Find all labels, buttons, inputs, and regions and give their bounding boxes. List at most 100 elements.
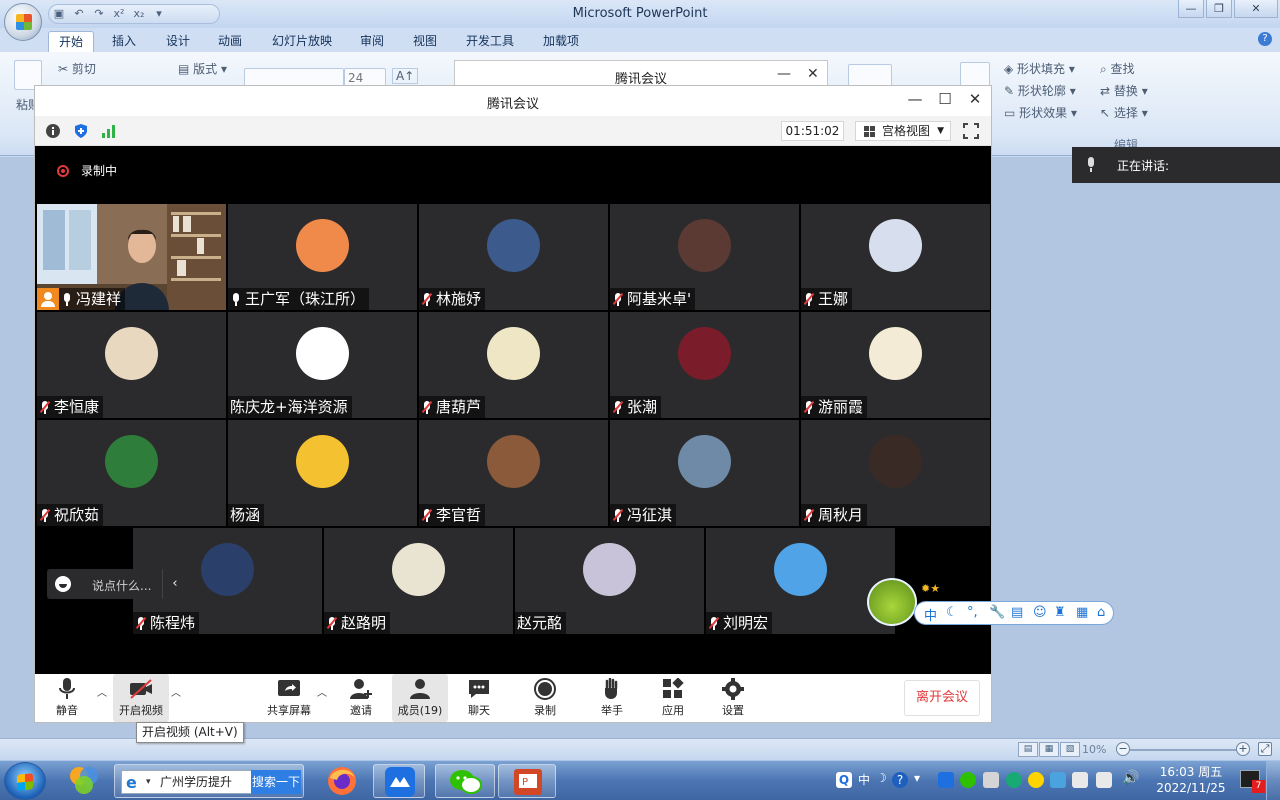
tab-slideshow[interactable]: 幻灯片放映 bbox=[262, 31, 342, 52]
chat-input-box[interactable]: 说点什么... ‹ bbox=[47, 569, 187, 599]
volume-tray-icon[interactable]: 🔊 bbox=[1122, 770, 1139, 786]
zoom-out-button[interactable]: − bbox=[1116, 742, 1130, 756]
maximize-button[interactable]: ❐ bbox=[1206, 0, 1232, 18]
taskbar-app-powerpoint[interactable]: P bbox=[498, 764, 556, 798]
tab-design[interactable]: 设计 bbox=[156, 31, 200, 52]
participant-tile[interactable]: 林施妤 bbox=[419, 204, 608, 310]
emoji-icon[interactable] bbox=[55, 576, 71, 592]
participant-tile[interactable]: 赵路明 bbox=[324, 528, 513, 634]
punctuation-icon[interactable]: °, bbox=[967, 605, 978, 620]
select-button[interactable]: ↖ 选择 ▾ bbox=[1100, 104, 1148, 121]
participant-tile[interactable]: 冯建祥 bbox=[37, 204, 226, 310]
participant-tile[interactable]: 唐葫芦 bbox=[419, 312, 608, 418]
ime-skin-ball[interactable] bbox=[867, 578, 917, 626]
cut-button[interactable]: ✂ 剪切 bbox=[58, 60, 96, 77]
start-video-button[interactable]: 开启视频 bbox=[113, 674, 169, 722]
help-tray-icon[interactable]: ? bbox=[892, 772, 908, 788]
participant-tile[interactable]: 冯征淇 bbox=[610, 420, 799, 526]
meeting-close-button[interactable]: ✕ bbox=[965, 90, 985, 108]
back-minimize-button[interactable]: — bbox=[777, 66, 791, 82]
signal-icon[interactable] bbox=[101, 123, 117, 139]
search-tray-icon[interactable]: Q bbox=[836, 772, 852, 788]
ie-search-button[interactable]: 搜索一下 bbox=[251, 770, 301, 794]
zoom-slider[interactable] bbox=[1130, 749, 1236, 751]
meeting-minimize-button[interactable]: — bbox=[905, 90, 925, 108]
video-options-icon[interactable]: ︿ bbox=[171, 684, 181, 699]
shape-fill-button[interactable]: ◈ 形状填充 ▾ bbox=[1004, 60, 1075, 77]
reading-view-icon[interactable]: ▧ bbox=[1060, 742, 1080, 757]
layout-button[interactable]: ▤ 版式 ▾ bbox=[178, 60, 227, 77]
fit-window-button[interactable]: ⤢ bbox=[1258, 742, 1272, 756]
emoji-icon[interactable]: ☺ bbox=[1033, 605, 1047, 620]
play-tray-icon[interactable] bbox=[1006, 772, 1022, 788]
mute-button[interactable]: 静音 bbox=[39, 674, 95, 722]
printer-tray-icon[interactable] bbox=[983, 772, 999, 788]
lock-icon[interactable]: ⌂ bbox=[1097, 605, 1105, 620]
members-button[interactable]: 成员(19) bbox=[392, 674, 448, 722]
office-button[interactable] bbox=[4, 3, 42, 41]
security-shield-icon[interactable] bbox=[73, 123, 89, 139]
participant-tile[interactable]: 王广军（珠江所） bbox=[228, 204, 417, 310]
sorter-view-icon[interactable]: ▦ bbox=[1039, 742, 1059, 757]
share-options-icon[interactable]: ︿ bbox=[317, 684, 327, 699]
participant-tile[interactable]: 张潮 bbox=[610, 312, 799, 418]
invite-button[interactable]: 邀请 bbox=[333, 674, 389, 722]
tab-addins[interactable]: 加载项 bbox=[533, 31, 589, 52]
wrench-icon[interactable]: 🔧 bbox=[989, 605, 1005, 620]
participant-tile[interactable]: 祝欣茹 bbox=[37, 420, 226, 526]
participant-tile[interactable]: 李恒康 bbox=[37, 312, 226, 418]
clipboard-icon[interactable]: ▤ bbox=[1011, 605, 1023, 620]
shield-tray-icon[interactable] bbox=[1050, 772, 1066, 788]
apps-button[interactable]: 应用 bbox=[645, 674, 701, 722]
raise-hand-button[interactable]: 举手 bbox=[584, 674, 640, 722]
leave-meeting-button[interactable]: 离开会议 bbox=[904, 680, 980, 716]
tab-view[interactable]: 视图 bbox=[403, 31, 447, 52]
tab-developer[interactable]: 开发工具 bbox=[456, 31, 524, 52]
usb-tray-icon[interactable] bbox=[1072, 772, 1088, 788]
clock[interactable]: 16:03 周五 2022/11/25 bbox=[1148, 764, 1234, 796]
shape-effect-button[interactable]: ▭ 形状效果 ▾ bbox=[1004, 104, 1077, 121]
find-button[interactable]: ⌕ 查找 bbox=[1100, 60, 1135, 77]
skin-icon[interactable]: ♜ bbox=[1054, 605, 1066, 620]
collapse-chat-icon[interactable]: ‹ bbox=[162, 569, 187, 599]
participant-tile[interactable]: 李官哲 bbox=[419, 420, 608, 526]
chat-button[interactable]: 聊天 bbox=[451, 674, 507, 722]
tray-ime-lang[interactable]: 中 bbox=[858, 771, 870, 788]
close-button[interactable]: ✕ bbox=[1234, 0, 1278, 18]
participant-tile[interactable]: 游丽霞 bbox=[801, 312, 990, 418]
participant-tile[interactable]: 刘明宏 bbox=[706, 528, 895, 634]
participant-tile[interactable]: 阿基米卓' bbox=[610, 204, 799, 310]
minimize-button[interactable]: — bbox=[1178, 0, 1204, 18]
tab-review[interactable]: 审阅 bbox=[350, 31, 394, 52]
help-icon[interactable]: ? bbox=[1258, 32, 1272, 46]
info-icon[interactable] bbox=[45, 123, 61, 139]
taskbar-app-firefox[interactable] bbox=[320, 764, 364, 798]
participant-tile[interactable]: 陈庆龙+海洋资源 bbox=[228, 312, 417, 418]
add-tray-icon[interactable] bbox=[1028, 772, 1044, 788]
tab-home[interactable]: 开始 bbox=[48, 31, 95, 52]
moon-tray-icon[interactable]: ☽ bbox=[876, 771, 887, 785]
tab-insert[interactable]: 插入 bbox=[102, 31, 146, 52]
share-screen-button[interactable]: 共享屏幕 bbox=[261, 674, 317, 722]
view-mode-dropdown[interactable]: 宫格视图 ▼ bbox=[855, 121, 951, 141]
normal-view-icon[interactable]: ▤ bbox=[1018, 742, 1038, 757]
taskbar-app-wechat[interactable] bbox=[435, 764, 495, 798]
tray-overflow-icon[interactable]: ▾ bbox=[914, 771, 920, 785]
start-button[interactable] bbox=[4, 762, 46, 800]
participant-tile[interactable]: 王娜 bbox=[801, 204, 990, 310]
replace-button[interactable]: ⇄ 替换 ▾ bbox=[1100, 82, 1148, 99]
show-desktop-button[interactable] bbox=[1266, 761, 1280, 800]
tencent-meeting-tray-icon[interactable] bbox=[938, 772, 954, 788]
action-center-icon[interactable]: 7 bbox=[1240, 770, 1265, 793]
grow-font-button[interactable]: A↑ bbox=[392, 68, 419, 84]
zoom-in-button[interactable]: + bbox=[1236, 742, 1250, 756]
ie-dropdown-icon[interactable]: ▾ bbox=[146, 771, 151, 793]
taskbar-app-photos[interactable] bbox=[62, 764, 106, 798]
back-close-button[interactable]: ✕ bbox=[807, 66, 819, 82]
grid-icon[interactable]: ▦ bbox=[1076, 605, 1088, 620]
taskbar-app-tencent-meeting[interactable] bbox=[373, 764, 425, 798]
tab-animation[interactable]: 动画 bbox=[208, 31, 252, 52]
fullscreen-icon[interactable] bbox=[963, 123, 979, 139]
audio-options-icon[interactable]: ︿ bbox=[97, 684, 107, 699]
settings-button[interactable]: 设置 bbox=[705, 674, 761, 722]
